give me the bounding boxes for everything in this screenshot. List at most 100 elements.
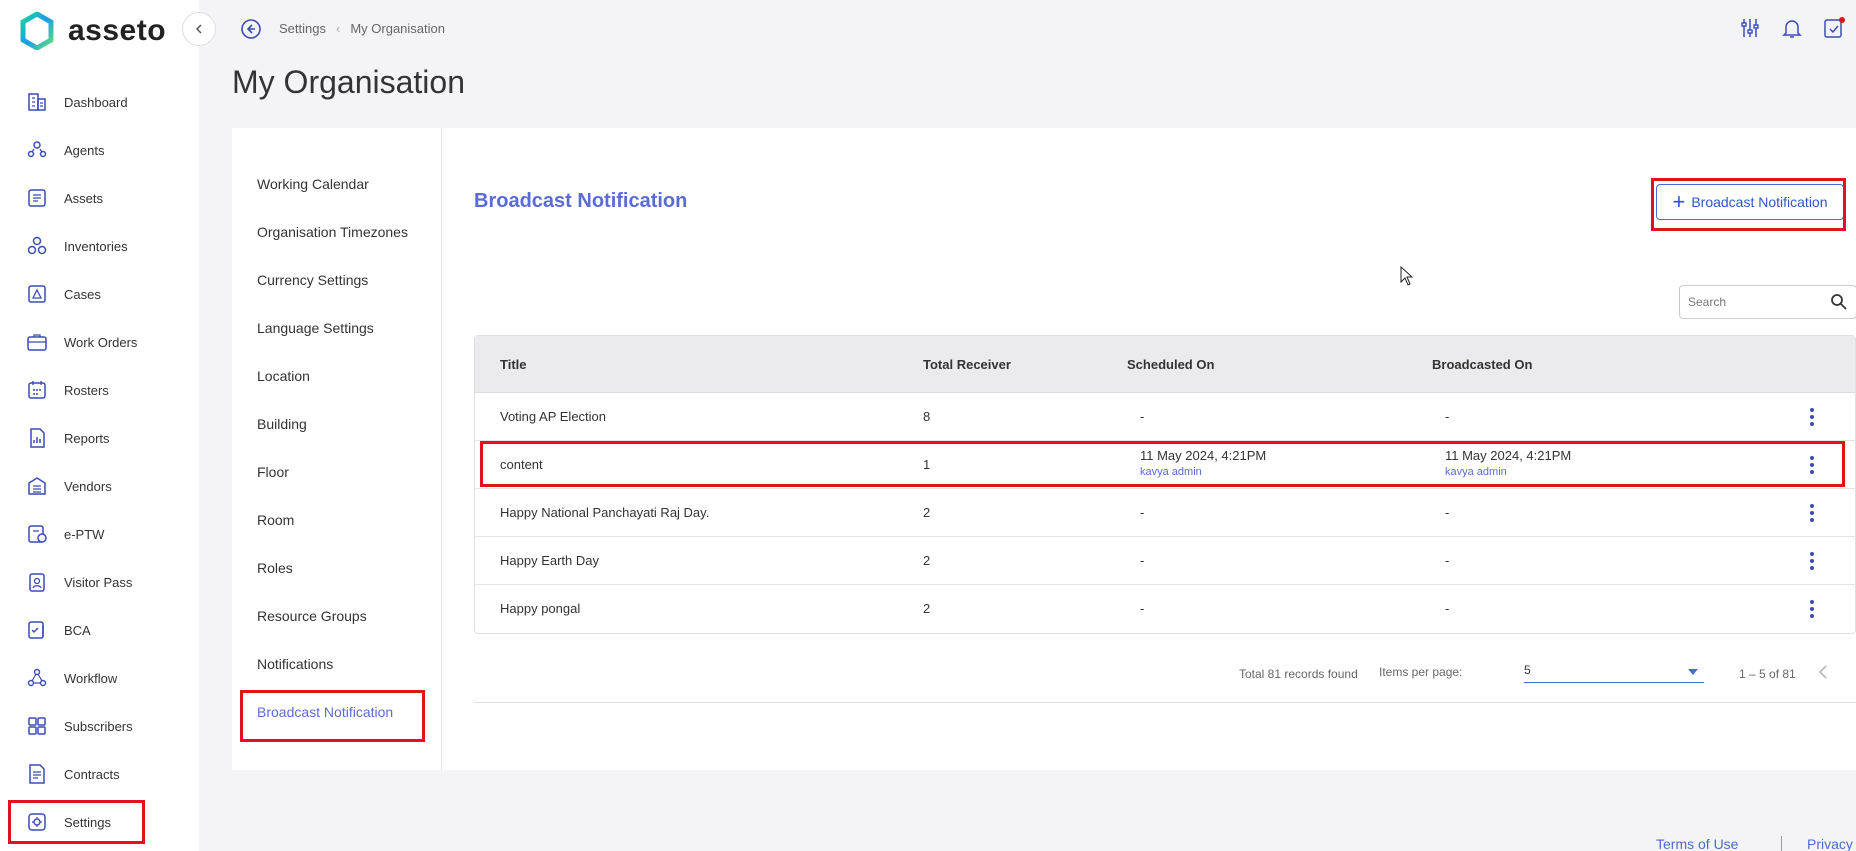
filter-sliders-icon[interactable]: [1738, 16, 1762, 40]
sidebar-item-assets[interactable]: Assets: [0, 174, 199, 222]
broadcasted-by[interactable]: kavya admin: [1445, 466, 1571, 478]
breadcrumb-separator: ‹: [335, 21, 341, 36]
sidebar-item-label: Settings: [64, 814, 111, 830]
sidebar-item-label: Dashboard: [64, 94, 128, 110]
mouse-cursor-icon: [1400, 266, 1414, 286]
more-vert-icon[interactable]: [1809, 599, 1815, 619]
more-vert-icon[interactable]: [1809, 455, 1815, 475]
sidebar-item-e-ptw[interactable]: e-PTW: [0, 510, 199, 558]
row-scheduled: -: [1140, 409, 1145, 424]
cases-icon: [28, 285, 46, 303]
sidebar-item-label: Contracts: [64, 766, 120, 782]
sidebar-item-agents[interactable]: Agents: [0, 126, 199, 174]
gear-icon: [28, 813, 46, 831]
add-broadcast-notification-button[interactable]: + Broadcast Notification: [1656, 184, 1844, 220]
sidebar-item-workflow[interactable]: Workflow: [0, 654, 199, 702]
subnav-resource-groups[interactable]: Resource Groups: [257, 608, 367, 624]
table-row[interactable]: Voting AP Election 8 - -: [475, 393, 1855, 441]
more-vert-icon[interactable]: [1809, 551, 1815, 571]
sidebar-item-label: Work Orders: [64, 334, 138, 350]
page-range: 1 – 5 of 81: [1739, 667, 1796, 681]
sidebar-item-dashboard[interactable]: Dashboard: [0, 78, 199, 126]
table-row[interactable]: content 1 11 May 2024, 4:21PM kavya admi…: [475, 441, 1855, 489]
subnav-roles[interactable]: Roles: [257, 560, 293, 576]
subnav-organisation-timezones[interactable]: Organisation Timezones: [257, 224, 408, 240]
building-icon: [28, 93, 46, 111]
sidebar-item-work-orders[interactable]: Work Orders: [0, 318, 199, 366]
sidebar-item-visitor-pass[interactable]: Visitor Pass: [0, 558, 199, 606]
dropdown-caret-icon: [1688, 669, 1698, 675]
sidebar-item-settings[interactable]: Settings: [0, 798, 199, 846]
scheduled-date: 11 May 2024, 4:21PM: [1140, 448, 1267, 463]
sidebar-item-cases[interactable]: Cases: [0, 270, 199, 318]
sidebar-item-label: Assets: [64, 190, 104, 206]
sidebar-item-contracts[interactable]: Contracts: [0, 750, 199, 798]
add-button-label: Broadcast Notification: [1691, 194, 1828, 210]
subnav-building[interactable]: Building: [257, 416, 307, 432]
app-name: asseto: [68, 14, 167, 47]
subnav-notifications[interactable]: Notifications: [257, 656, 333, 672]
inventories-icon: [27, 236, 47, 255]
table-row[interactable]: Happy Earth Day 2 - -: [475, 537, 1855, 585]
search-icon[interactable]: [1830, 293, 1848, 311]
bell-icon[interactable]: [1780, 16, 1804, 40]
column-total-receiver[interactable]: Total Receiver: [923, 357, 1011, 372]
page-title: My Organisation: [232, 64, 465, 100]
row-broadcasted: -: [1445, 409, 1450, 424]
row-broadcasted: -: [1445, 601, 1450, 616]
more-vert-icon[interactable]: [1809, 407, 1815, 427]
more-vert-icon[interactable]: [1809, 503, 1815, 523]
subnav-currency-settings[interactable]: Currency Settings: [257, 272, 368, 288]
sidebar-item-label: Vendors: [64, 478, 112, 494]
sidebar-item-inventories[interactable]: Inventories: [0, 222, 199, 270]
sidebar-item-label: Subscribers: [64, 718, 133, 734]
table-row[interactable]: Happy pongal 2 - -: [475, 585, 1855, 633]
row-scheduled: -: [1140, 553, 1145, 568]
row-receivers: 2: [923, 601, 931, 616]
subnav-floor[interactable]: Floor: [257, 464, 289, 480]
sidebar: asseto Dashboard Agents Assets Inventori…: [0, 0, 199, 851]
settings-card: Working Calendar Organisation Timezones …: [232, 128, 1856, 770]
items-per-page-value: 5: [1524, 663, 1531, 677]
subnav-working-calendar[interactable]: Working Calendar: [257, 176, 369, 192]
row-broadcasted: 11 May 2024, 4:21PM kavya admin: [1445, 448, 1571, 478]
row-title: Happy National Panchayati Raj Day.: [500, 505, 710, 520]
row-title: Happy pongal: [500, 601, 581, 616]
terms-link[interactable]: Terms of Use: [1656, 836, 1738, 851]
breadcrumb-settings[interactable]: Settings: [279, 21, 326, 36]
subnav-location[interactable]: Location: [257, 368, 310, 384]
column-scheduled-on[interactable]: Scheduled On: [1127, 357, 1214, 372]
subnav-language-settings[interactable]: Language Settings: [257, 320, 374, 336]
items-per-page-label: Items per page:: [1379, 665, 1463, 679]
prev-page-icon[interactable]: [1812, 661, 1834, 683]
sidebar-item-reports[interactable]: Reports: [0, 414, 199, 462]
privacy-link[interactable]: Privacy: [1807, 836, 1853, 851]
column-title[interactable]: Title: [500, 357, 527, 372]
items-per-page-select[interactable]: 5: [1524, 659, 1704, 683]
table-row[interactable]: Happy National Panchayati Raj Day. 2 - -: [475, 489, 1855, 537]
app-logo[interactable]: asseto: [20, 12, 166, 50]
top-toolbar: [1738, 16, 1846, 40]
subnav-room[interactable]: Room: [257, 512, 294, 528]
broadcast-table: Title Total Receiver Scheduled On Broadc…: [474, 335, 1856, 634]
sidebar-item-bca[interactable]: BCA: [0, 606, 199, 654]
scheduled-by[interactable]: kavya admin: [1140, 466, 1266, 478]
vendors-icon: [28, 477, 46, 495]
search-input[interactable]: [1688, 295, 1818, 309]
chevron-left-icon: [195, 24, 202, 34]
paginator: Total 81 records found Items per page: 5…: [474, 643, 1856, 703]
sidebar-item-vendors[interactable]: Vendors: [0, 462, 199, 510]
bca-icon: [28, 621, 44, 639]
eptw-icon: [28, 525, 47, 543]
search-field: [1679, 285, 1856, 319]
subnav-broadcast-notification[interactable]: Broadcast Notification: [257, 704, 393, 720]
sidebar-item-rosters[interactable]: Rosters: [0, 366, 199, 414]
badge-icon: [29, 573, 45, 592]
column-broadcasted-on[interactable]: Broadcasted On: [1432, 357, 1532, 372]
sidebar-item-subscribers[interactable]: Subscribers: [0, 702, 199, 750]
tasks-icon[interactable]: [1822, 16, 1846, 40]
sidebar-collapse-button[interactable]: [182, 12, 216, 46]
row-scheduled: 11 May 2024, 4:21PM kavya admin: [1140, 448, 1266, 478]
back-arrow-icon[interactable]: [240, 18, 262, 40]
row-receivers: 2: [923, 553, 931, 568]
